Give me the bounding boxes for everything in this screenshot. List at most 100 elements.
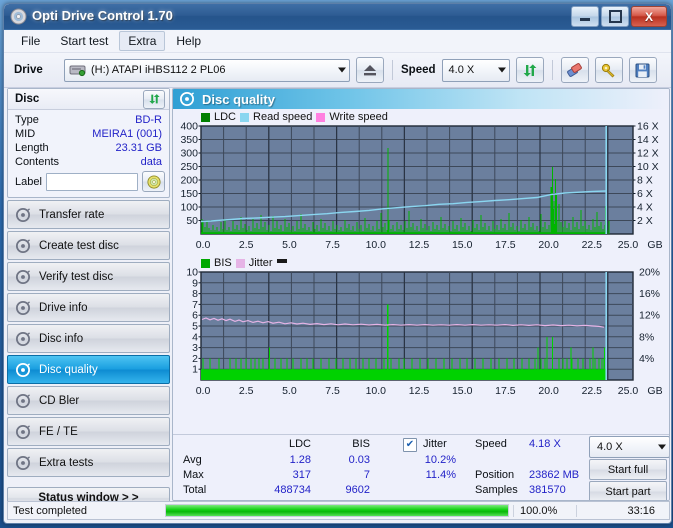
tools-button[interactable]	[594, 57, 623, 83]
erase-button[interactable]	[560, 57, 589, 83]
sidebar-item-extra-tests[interactable]: Extra tests	[7, 448, 170, 477]
stats-bis-total: 9602	[345, 484, 370, 496]
chart-top-svg: 400350 300250 200150 10050 16 X14 X 12 X…	[180, 121, 662, 252]
svg-text:20%: 20%	[639, 267, 660, 279]
drive-icon	[69, 62, 86, 78]
sidebar-item-verify-test-disc[interactable]: Verify test disc	[7, 262, 170, 291]
speed-select[interactable]: 4.0 X	[441, 58, 510, 82]
svg-text:7.5: 7.5	[325, 385, 340, 397]
legend-label-write-speed: Write speed	[329, 111, 388, 123]
svg-text:GB: GB	[647, 239, 662, 251]
sidebar-item-drive-info[interactable]: Drive info	[7, 293, 170, 322]
svg-text:12.5: 12.5	[409, 239, 430, 251]
window-controls: X	[571, 6, 667, 27]
sidebar-item-transfer-rate[interactable]: Transfer rate	[7, 200, 170, 229]
svg-text:10.0: 10.0	[366, 385, 387, 397]
svg-text:50: 50	[186, 215, 198, 227]
jitter-label: Jitter	[423, 438, 447, 450]
menu-item-help[interactable]: Help	[167, 31, 210, 51]
sidebar-item-label: Create test disc	[39, 239, 119, 252]
disc-row-contents: Contents data	[8, 155, 169, 169]
sidebar-item-disc-info[interactable]: Disc info	[7, 324, 170, 353]
disc-row-contents-value: data	[140, 156, 162, 168]
sidebar-item-label: Extra tests	[39, 456, 94, 469]
minimize-button[interactable]	[571, 6, 599, 27]
svg-text:17.5: 17.5	[495, 385, 516, 397]
drive-label: Drive	[14, 64, 43, 76]
svg-text:200: 200	[180, 175, 198, 187]
svg-text:20.0: 20.0	[538, 385, 559, 397]
svg-text:15.0: 15.0	[452, 239, 473, 251]
svg-text:300: 300	[180, 148, 198, 160]
page-title: Disc quality	[202, 91, 275, 107]
menu-item-extra[interactable]: Extra	[119, 31, 166, 51]
start-full-button[interactable]: Start full	[589, 459, 667, 480]
legend-swatch-read-speed	[240, 112, 250, 122]
svg-text:17.5: 17.5	[495, 239, 516, 251]
disc-row-length-key: Length	[15, 142, 49, 154]
sidebar-item-disc-quality[interactable]: Disc quality	[7, 355, 170, 384]
svg-text:12 X: 12 X	[637, 148, 659, 160]
sidebar-item-cd-bler[interactable]: CD Bler	[7, 386, 170, 415]
legend-label-jitter: Jitter	[248, 257, 273, 269]
disc-icon	[10, 8, 27, 25]
disc-row-contents-key: Contents	[15, 156, 60, 168]
cd-icon-button[interactable]	[142, 171, 165, 192]
status-bar: Test completed 100.0% 33:16	[7, 501, 670, 520]
stats-row-max: Max	[183, 469, 204, 481]
test-speed-value: 4.0 X	[597, 441, 623, 453]
refresh-button[interactable]	[515, 57, 544, 83]
stats-jitter-avg: 10.2%	[424, 454, 456, 466]
menu-item-start-test[interactable]: Start test	[51, 31, 117, 51]
jitter-checkbox[interactable]: ✔	[403, 438, 417, 452]
disc-refresh-button[interactable]	[143, 89, 165, 109]
legend-swatch-jitter	[235, 258, 245, 268]
stats-row-total: Total	[183, 484, 207, 496]
start-part-button[interactable]: Start part	[589, 481, 667, 500]
menu-item-file[interactable]: File	[12, 31, 49, 51]
svg-text:2.5: 2.5	[239, 385, 254, 397]
sidebar-item-label: Transfer rate	[39, 208, 105, 221]
disc-label-input[interactable]	[45, 172, 138, 191]
stats-ldc-avg: 1.28	[289, 454, 311, 466]
disc-panel: Disc Type BD-R MID MEIRA1 (001) Length 2…	[7, 88, 170, 198]
svg-text:16%: 16%	[639, 288, 660, 300]
close-button[interactable]: X	[631, 6, 667, 27]
sidebar-item-create-test-disc[interactable]: Create test disc	[7, 231, 170, 260]
disc-row-type-key: Type	[15, 114, 39, 126]
chevron-down-icon	[497, 67, 506, 73]
drive-select[interactable]: (H:) ATAPI iHBS112 2 PL06	[64, 58, 350, 82]
legend-label-ldc: LDC	[214, 111, 237, 123]
disc-row-type-value: BD-R	[135, 114, 162, 126]
svg-text:150: 150	[180, 188, 198, 200]
disc-icon	[16, 424, 30, 439]
stats-bis-max: 7	[363, 469, 370, 481]
legend-swatch-bis	[201, 258, 210, 268]
legend-swatch-write-speed	[316, 112, 326, 122]
disc-icon	[16, 269, 30, 284]
svg-text:4 X: 4 X	[637, 202, 653, 214]
chart-top-legend: LDC Read speed Write speed	[201, 111, 388, 123]
maximize-button[interactable]	[601, 6, 629, 27]
drive-value: (H:) ATAPI iHBS112 2 PL06	[91, 64, 226, 76]
statistics-panel: LDC BIS ✔ Jitter Avg Max Total 1.28 317 …	[173, 434, 669, 500]
sidebar-item-fe-te[interactable]: FE / TE	[7, 417, 170, 446]
disc-label-row: Label	[8, 169, 169, 195]
test-speed-select[interactable]: 4.0 X	[589, 436, 669, 458]
chart-ldc-readspeed: LDC Read speed Write speed 400 350 300 2…	[173, 109, 669, 259]
svg-text:5.0: 5.0	[282, 385, 297, 397]
svg-text:2 X: 2 X	[637, 215, 653, 227]
disc-panel-header: Disc	[8, 89, 169, 110]
disc-row-length: Length 23.31 GB	[8, 141, 169, 155]
stats-bis-avg: 0.03	[348, 454, 370, 466]
stats-ldc-max: 317	[292, 469, 311, 481]
eject-button[interactable]	[356, 57, 384, 83]
disc-icon	[16, 207, 30, 222]
disc-row-type: Type BD-R	[8, 113, 169, 127]
svg-text:4%: 4%	[639, 353, 654, 365]
svg-text:14 X: 14 X	[637, 134, 659, 146]
save-button[interactable]	[628, 57, 657, 83]
disc-icon	[16, 362, 30, 377]
sidebar-item-label: FE / TE	[39, 425, 78, 438]
svg-text:GB: GB	[647, 385, 662, 397]
